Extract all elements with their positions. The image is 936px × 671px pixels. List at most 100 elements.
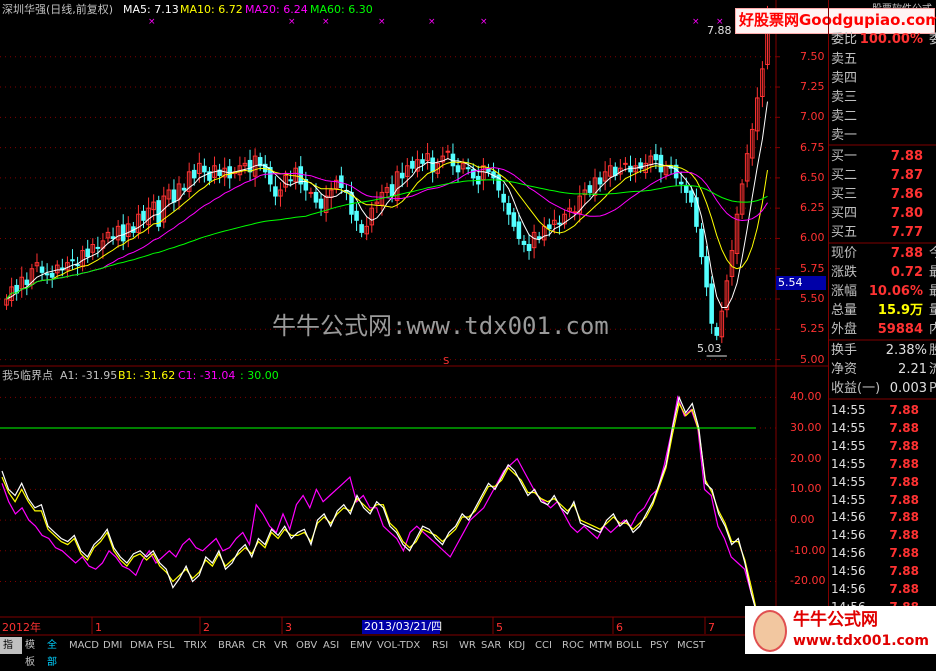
toolbar-tab[interactable]: MCST [674, 637, 708, 654]
toolbar-tab[interactable]: VR [271, 637, 293, 654]
candle [364, 217, 369, 241]
candle [308, 187, 314, 198]
signal-x-icon: × [378, 17, 386, 27]
stat-value: 10.06% [868, 284, 923, 299]
toolbar-tab[interactable]: PSY [647, 637, 674, 654]
candle [602, 161, 608, 191]
tick-row: 14:55 7.88 [829, 491, 936, 509]
chart-stage[interactable]: × × × × × × × × 深圳华强(日线,前复权) MA5: 7.13 MA10: 6.… [0, 0, 936, 668]
toolbar-tab[interactable]: KDJ [505, 637, 532, 654]
toolbar-tab[interactable]: EMV [347, 637, 374, 654]
candle [9, 277, 14, 307]
candle [734, 206, 740, 265]
candle [273, 176, 278, 206]
candle [618, 158, 623, 181]
stat-label: 涨跌 [831, 265, 858, 280]
tick-time: 14:56 [831, 528, 866, 543]
toolbar-tab[interactable]: BRAR [215, 637, 249, 654]
candle [648, 149, 654, 173]
sell-row: 卖三 [829, 88, 936, 107]
candle [75, 256, 80, 276]
toolbar-tab[interactable]: RSI [429, 637, 456, 654]
ma5-legend: MA5: 7.13 [123, 3, 179, 16]
weibi-value: 100.00% [859, 32, 923, 47]
candle-body [684, 184, 689, 193]
toolbar-tab[interactable]: 指标 [0, 637, 22, 668]
candle [531, 224, 537, 259]
stat-value: 7.88 [890, 246, 923, 261]
toolbar-tab[interactable]: WR [456, 637, 478, 654]
candle [714, 322, 720, 341]
candle [526, 233, 532, 260]
toolbar-tab[interactable]: DMA [127, 637, 154, 654]
stat-row: 外盘 59884 内 [829, 320, 936, 339]
candle-body [339, 175, 344, 189]
stat-label: 总量 [831, 303, 858, 318]
candle [460, 158, 466, 174]
candle [501, 183, 506, 212]
stat2-row: 换手 2.38% 股 [829, 341, 936, 360]
candle [445, 144, 451, 160]
stat-row: 现价 7.88 今 [829, 244, 936, 263]
signal-x-icon: × [692, 17, 700, 27]
price-tick-label: 5.50 [800, 292, 825, 305]
toolbar-tab[interactable]: BOLL [613, 637, 647, 654]
toolbar-tab[interactable]: CR [249, 637, 271, 654]
candle-body [653, 154, 659, 161]
toolbar-tab[interactable]: ASI [320, 637, 347, 654]
signal-marker: S [443, 356, 450, 367]
toolbar-tab[interactable]: ROC [559, 637, 586, 654]
date-cursor: 2013/03/21/四 [362, 620, 442, 634]
candle-body [516, 221, 522, 239]
toolbar-tab[interactable]: OBV [293, 637, 320, 654]
candle [85, 239, 90, 263]
candle [14, 279, 19, 301]
candle-body [39, 266, 45, 273]
toolbar-tab[interactable]: 模板 [22, 637, 44, 668]
candle-body [597, 177, 603, 185]
candle [202, 158, 207, 183]
candle [247, 149, 253, 182]
tick-time: 14:56 [831, 510, 866, 525]
buy-row-label: 买三 [831, 187, 858, 202]
candle-body [313, 191, 319, 203]
sell-row: 卖一 [829, 126, 936, 145]
candle [587, 180, 593, 198]
candle [39, 260, 45, 281]
stat-ext: 今 [929, 246, 936, 261]
sell-row-label: 卖一 [831, 128, 858, 143]
toolbar-tab[interactable]: DMI [100, 637, 127, 654]
candle-body [420, 159, 425, 164]
price-tick-label: 6.00 [800, 231, 825, 245]
candle [80, 245, 85, 272]
candle-body [75, 264, 80, 267]
toolbar-tab[interactable]: CCI [532, 637, 559, 654]
candle-body [628, 165, 633, 173]
indicator-tick-label: 30.00 [790, 421, 822, 435]
candle [729, 239, 735, 286]
toolbar-tab[interactable]: MACD [66, 637, 100, 654]
candle-body [501, 193, 506, 203]
indicator-a1: A1: -31.95 [60, 369, 118, 382]
toolbar-tab[interactable]: SAR [478, 637, 505, 654]
toolbar-tab[interactable]: FSL [154, 637, 181, 654]
candle-body [410, 160, 415, 169]
candle-body [714, 327, 720, 336]
candle [349, 181, 354, 224]
tick-row: 14:56 7.88 [829, 580, 936, 598]
candle-body [486, 168, 491, 173]
stat2-value: 2.21 [898, 362, 927, 377]
candle [100, 233, 106, 259]
ma20-legend: MA20: 6.24 [245, 3, 308, 16]
toolbar-tab[interactable]: 全部 [44, 637, 66, 668]
candle-body [49, 272, 55, 278]
indicator-layer [0, 395, 759, 619]
toolbar-tab[interactable]: VOL-TDX [374, 637, 429, 654]
buy-row: 买四 7.80 [829, 204, 936, 223]
stat2-value: 2.38% [885, 343, 927, 358]
toolbar-tab[interactable]: MTM [586, 637, 613, 654]
toolbar-tab[interactable]: TRIX [181, 637, 215, 654]
candle-layer [4, 5, 770, 344]
stat2-label: 收益(一) [831, 381, 881, 396]
stat2-label: 净资 [831, 362, 858, 377]
